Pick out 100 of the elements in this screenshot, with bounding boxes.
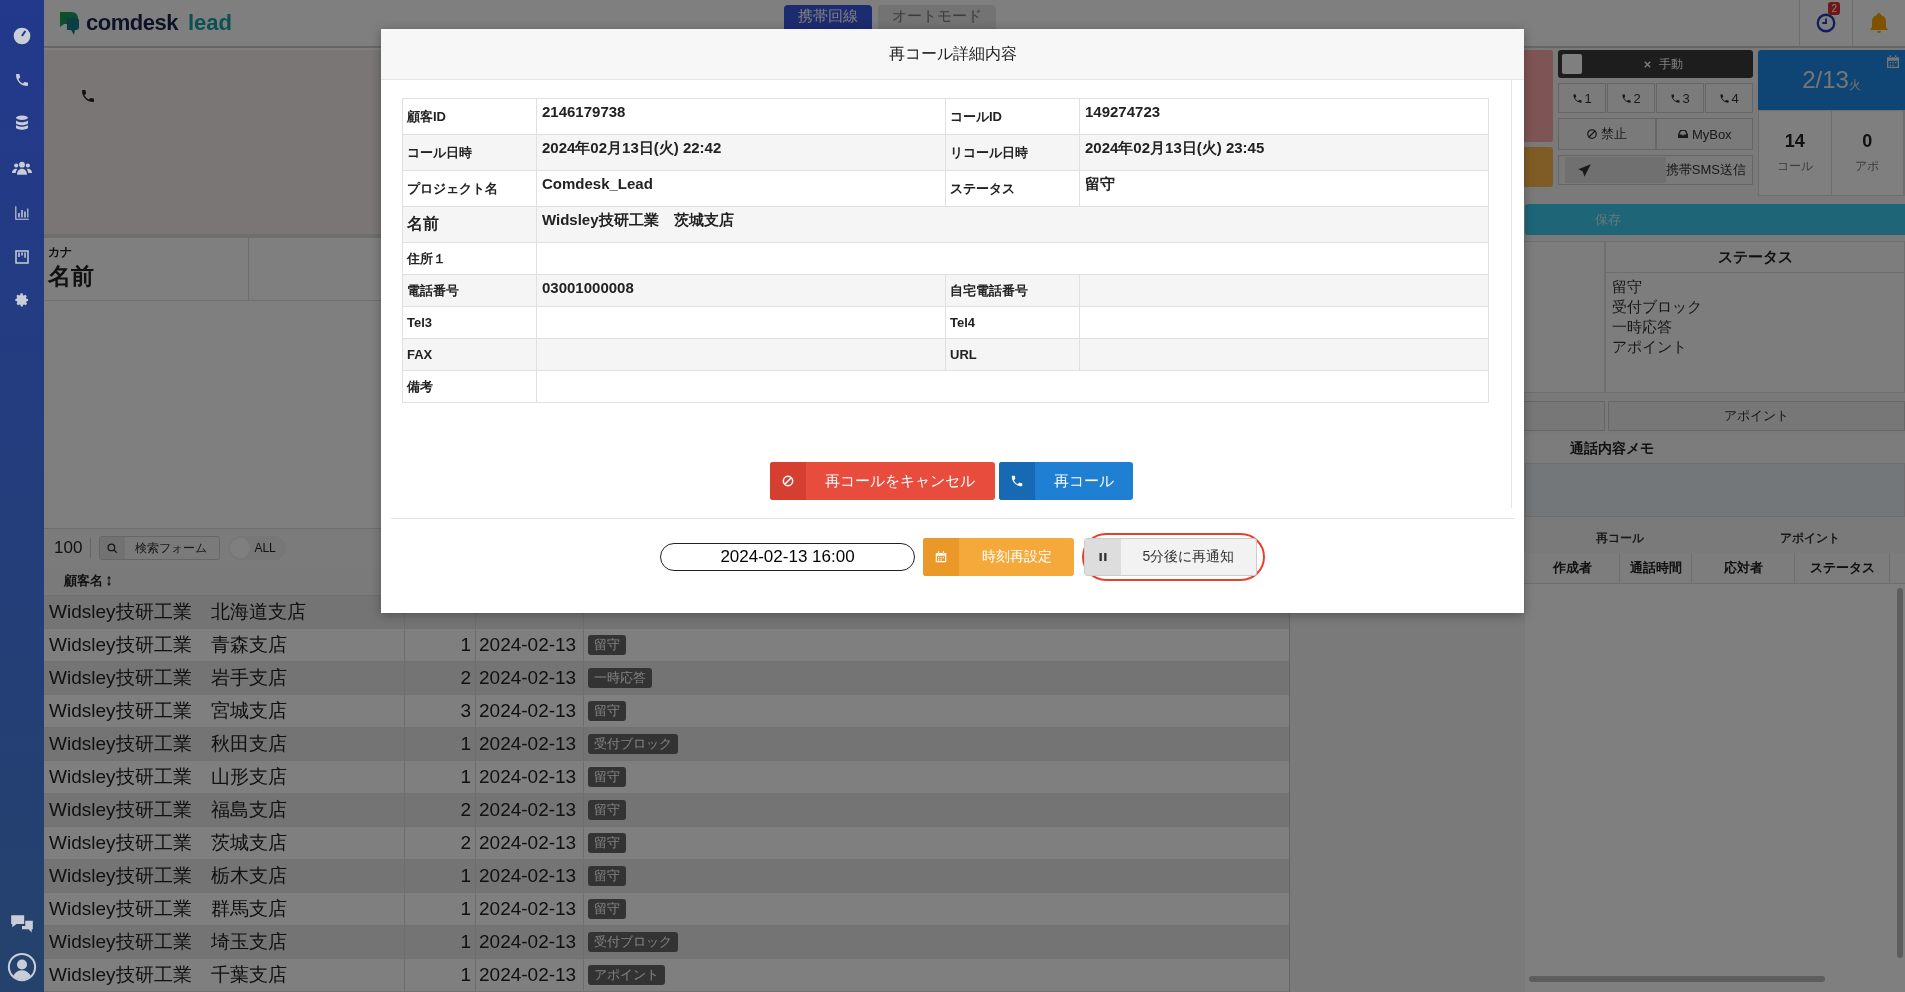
status-option[interactable]: 受付ブロック — [1612, 297, 1898, 317]
field-value: 2024年02月13日(火) 23:45 — [1085, 139, 1265, 156]
call-date: 2024-02-13 — [479, 931, 577, 953]
field-label: ステータス — [950, 180, 1015, 196]
field-label: 備考 — [407, 378, 433, 394]
database-icon[interactable] — [13, 114, 31, 132]
phone-icon — [1719, 92, 1731, 104]
mybox-button[interactable]: MyBox — [1655, 118, 1753, 150]
clock-icon[interactable] — [1815, 12, 1837, 34]
board-icon[interactable] — [13, 248, 31, 266]
status-tag: 留守 — [588, 833, 626, 853]
scrollbar[interactable] — [1897, 588, 1903, 958]
call-date: 2024-02-13 — [479, 898, 577, 920]
customer-name[interactable]: Widsley技研工業 千葉支店 — [49, 962, 287, 988]
scrollbar[interactable] — [1529, 976, 1825, 982]
name-label: 名前 — [48, 262, 95, 291]
call-count: 1 — [460, 931, 471, 953]
call-count: 2 — [460, 799, 471, 821]
cancel-recall-button[interactable]: 再コールをキャンセル — [769, 462, 995, 500]
customer-name[interactable]: Widsley技研工業 埼玉支店 — [49, 929, 287, 955]
notification-badge: 2 — [1828, 2, 1840, 15]
stat-value: 14 — [1784, 131, 1805, 152]
field-label: 電話番号 — [407, 282, 459, 298]
mode-checkbox[interactable] — [1562, 54, 1582, 74]
call-count: 3 — [460, 700, 471, 722]
field-label: コールID — [950, 108, 1002, 124]
status-tag: 受付ブロック — [588, 734, 678, 754]
call-date: 2024-02-13 — [479, 964, 577, 986]
settings-icon[interactable] — [14, 292, 30, 308]
send-icon — [1577, 162, 1592, 178]
call-date: 2024-02-13 — [479, 799, 577, 821]
customer-name[interactable]: Widsley技研工業 福島支店 — [49, 797, 287, 823]
ban-icon — [780, 474, 795, 488]
all-toggle[interactable]: ALL — [228, 536, 286, 560]
ban-icon — [1586, 128, 1599, 140]
page-size[interactable]: 100 — [54, 538, 92, 558]
line-button[interactable]: 4 — [1705, 83, 1753, 113]
line-button[interactable]: 3 — [1656, 83, 1704, 113]
inbox-icon — [1676, 128, 1689, 140]
column-header[interactable]: 顧客名 — [64, 572, 103, 590]
status-tag: 受付ブロック — [588, 932, 678, 952]
call-date: 2024-02-13 — [479, 667, 577, 689]
call-count: 2 — [460, 667, 471, 689]
customer-name[interactable]: Widsley技研工業 北海道支店 — [49, 599, 306, 625]
status-tag: 留守 — [588, 866, 626, 886]
mode-label: 手動 — [1659, 55, 1683, 73]
field-value: 留守 — [1085, 175, 1115, 192]
field-label: URL — [950, 347, 977, 362]
field-value: Comdesk_Lead — [542, 175, 653, 192]
dialog-title: 再コール詳細内容 — [888, 43, 1017, 64]
status-option[interactable]: アポイント — [1612, 337, 1898, 357]
column-header: 作成者 — [1525, 553, 1620, 583]
phone-icon — [1572, 92, 1584, 104]
call-count: 1 — [460, 766, 471, 788]
search-icon[interactable] — [106, 541, 120, 555]
field-label: コール日時 — [407, 144, 472, 160]
field-label: Tel3 — [407, 315, 433, 330]
status-option[interactable]: 留守 — [1612, 277, 1898, 297]
history-tab[interactable]: アポイント — [1715, 528, 1905, 548]
call-date: 2024-02-13 — [479, 634, 577, 656]
logo-brand: comdesk — [86, 10, 178, 36]
status-tag: 留守 — [588, 635, 626, 655]
customer-name[interactable]: Widsley技研工業 山形支店 — [49, 764, 287, 790]
block-button[interactable]: 禁止 — [1558, 118, 1656, 150]
bar-chart-icon[interactable] — [13, 204, 31, 222]
snooze-button[interactable]: 5分後に再通知 — [1084, 538, 1257, 576]
call-date: 2024-02-13 — [479, 700, 577, 722]
memo-field[interactable] — [1525, 463, 1905, 517]
field-label: リコール日時 — [950, 144, 1028, 160]
gauge-icon[interactable] — [12, 26, 32, 46]
customer-name[interactable]: Widsley技研工業 栃木支店 — [49, 863, 287, 889]
column-header: 通話時間 — [1620, 553, 1692, 583]
customer-name[interactable]: Widsley技研工業 岩手支店 — [49, 665, 287, 691]
weekday: 火 — [1848, 77, 1861, 94]
datetime-field[interactable]: 2024-02-13 16:00 — [660, 543, 915, 571]
status-option[interactable]: 一時応答 — [1612, 317, 1898, 337]
mode-tab[interactable]: 携帯回線 — [783, 5, 872, 30]
sms-button[interactable]: 携帯SMS送信 — [1558, 155, 1753, 185]
field-label: 顧客ID — [407, 108, 446, 124]
line-button[interactable]: 2 — [1607, 83, 1655, 113]
memo-title: 通話内容メモ — [1570, 440, 1654, 458]
phone-icon[interactable] — [80, 88, 96, 104]
customer-name[interactable]: Widsley技研工業 群馬支店 — [49, 896, 287, 922]
customer-name[interactable]: Widsley技研工業 青森支店 — [49, 632, 287, 658]
status-header: ステータス — [1606, 242, 1904, 273]
line-button[interactable]: 1 — [1558, 83, 1606, 113]
search-form-button[interactable]: 検索フォーム — [99, 536, 221, 560]
history-tab[interactable]: 再コール — [1525, 528, 1715, 548]
status-tag: 留守 — [588, 767, 626, 787]
customer-name[interactable]: Widsley技研工業 秋田支店 — [49, 731, 287, 757]
appointment-button[interactable]: アポイント — [1608, 401, 1905, 431]
phone-icon[interactable] — [14, 72, 30, 88]
customer-name[interactable]: Widsley技研工業 茨城支店 — [49, 830, 287, 856]
field-value: 2024年02月13日(火) 22:42 — [542, 139, 722, 156]
recall-button[interactable]: 再コール — [998, 462, 1133, 500]
customer-name[interactable]: Widsley技研工業 宮城支店 — [49, 698, 287, 724]
field-value: 03001000008 — [542, 279, 634, 296]
call-count: 2 — [460, 832, 471, 854]
stat-label: アポ — [1855, 158, 1880, 175]
user-avatar-icon[interactable] — [7, 952, 37, 982]
